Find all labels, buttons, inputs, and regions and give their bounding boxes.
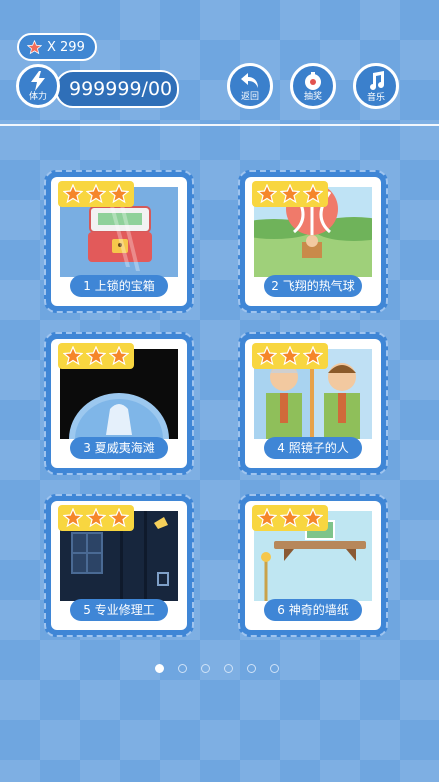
star-icon <box>303 508 324 528</box>
level-label: 5 专业修理工 <box>70 599 168 621</box>
star-icon <box>279 184 300 204</box>
music-note-icon <box>370 70 384 90</box>
energy-label: 体力 <box>28 91 47 102</box>
level-label: 3 夏威夷海滩 <box>70 437 168 459</box>
star-icon <box>85 508 106 528</box>
page-dot-2[interactable] <box>178 664 187 673</box>
star-rating <box>252 343 328 369</box>
page-dot-4[interactable] <box>224 664 233 673</box>
music-label: 音乐 <box>366 92 385 103</box>
level-card-3[interactable]: 3 夏威夷海滩 <box>44 332 194 475</box>
card-inner: 5 专业修理工 <box>51 501 187 630</box>
level-card-6[interactable]: 6 神奇的墙纸 <box>238 494 388 637</box>
star-icon <box>62 508 83 528</box>
level-card-2[interactable]: 2 飞翔的热气球 <box>238 170 388 313</box>
header-divider <box>0 124 439 126</box>
energy-badge: 体力 <box>16 64 60 108</box>
level-label: 1 上锁的宝箱 <box>70 275 168 297</box>
star-rating <box>252 505 328 531</box>
star-icon <box>27 39 42 54</box>
level-card-5[interactable]: 5 专业修理工 <box>44 494 194 637</box>
star-icon <box>62 184 83 204</box>
back-button[interactable]: 返回 <box>227 63 273 109</box>
page-dot-1[interactable] <box>155 664 164 673</box>
star-count: X 299 <box>47 39 85 55</box>
star-icon <box>85 346 106 366</box>
star-counter: X 299 <box>17 33 97 61</box>
back-label: 返回 <box>240 91 259 102</box>
star-icon <box>256 346 277 366</box>
lightning-icon <box>31 70 45 91</box>
card-inner: 3 夏威夷海滩 <box>51 339 187 468</box>
page-dot-6[interactable] <box>270 664 279 673</box>
energy-suffix: 00 <box>147 78 173 100</box>
star-icon <box>279 346 300 366</box>
card-inner: 4 照镜子的人 <box>245 339 381 468</box>
page-dot-5[interactable] <box>247 664 256 673</box>
star-icon <box>62 346 83 366</box>
page-indicator <box>155 664 293 673</box>
level-label: 4 照镜子的人 <box>264 437 362 459</box>
page-dot-3[interactable] <box>201 664 210 673</box>
lottery-label: 抽奖 <box>303 91 322 102</box>
star-icon <box>256 508 277 528</box>
level-label: 6 神奇的墙纸 <box>264 599 362 621</box>
star-icon <box>109 508 130 528</box>
card-inner: 1 上锁的宝箱 <box>51 177 187 306</box>
star-icon <box>279 508 300 528</box>
level-label: 2 飞翔的热气球 <box>264 275 362 297</box>
back-arrow-icon <box>241 72 258 88</box>
star-icon <box>256 184 277 204</box>
star-rating <box>58 343 134 369</box>
music-button[interactable]: 音乐 <box>353 63 399 109</box>
star-icon <box>303 346 324 366</box>
star-icon <box>109 346 130 366</box>
card-inner: 2 飞翔的热气球 <box>245 177 381 306</box>
card-inner: 6 神奇的墙纸 <box>245 501 381 630</box>
level-card-4[interactable]: 4 照镜子的人 <box>238 332 388 475</box>
star-icon <box>109 184 130 204</box>
lottery-icon <box>305 71 321 90</box>
star-rating <box>58 181 134 207</box>
lottery-button[interactable]: 抽奖 <box>290 63 336 109</box>
star-icon <box>85 184 106 204</box>
level-card-1[interactable]: 1 上锁的宝箱 <box>44 170 194 313</box>
energy-value: 999999/ <box>69 78 148 100</box>
energy-bar: 999999/00 <box>55 70 179 108</box>
star-icon <box>303 184 324 204</box>
star-rating <box>252 181 328 207</box>
star-rating <box>58 505 134 531</box>
